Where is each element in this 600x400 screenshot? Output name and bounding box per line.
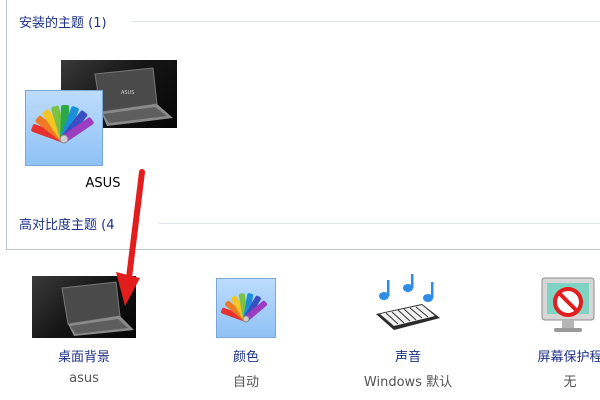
sound-keyboard-icon [372, 274, 444, 340]
theme-tile-asus[interactable]: ASUS ASUS [23, 58, 183, 198]
sound-label: 声音 [394, 350, 421, 365]
installed-themes-title: 安装的主题 (1) [19, 15, 107, 31]
high-contrast-themes-title: 高对比度主题 (4 [19, 217, 115, 233]
screensaver-link[interactable]: 屏幕保护程 无 [500, 268, 600, 398]
color-value: 自动 [232, 375, 259, 390]
sound-link[interactable]: 声音 Windows 默认 [338, 268, 478, 398]
installed-themes-header: 安装的主题 (1) [19, 11, 600, 31]
themes-panel: 安装的主题 (1) ASUS ASUS 高对比度主题 (4 [6, 0, 600, 250]
header-divider [131, 21, 600, 22]
screensaver-label: 屏幕保护程 [537, 350, 600, 365]
theme-name-label: ASUS [85, 176, 121, 191]
sound-value: Windows 默认 [363, 375, 453, 390]
header-divider [159, 223, 600, 224]
color-link[interactable]: 颜色 自动 [176, 268, 316, 398]
screensaver-none-icon [536, 274, 600, 340]
color-fan-icon [25, 90, 103, 166]
svg-text:ASUS: ASUS [121, 90, 134, 96]
color-fan-icon [216, 278, 276, 338]
high-contrast-themes-header[interactable]: 高对比度主题 (4 [19, 213, 600, 233]
desktop-background-label: 桌面背景 [57, 350, 110, 365]
color-label: 颜色 [232, 350, 259, 365]
desktop-background-value: asus [69, 371, 99, 386]
screensaver-value: 无 [563, 375, 577, 390]
annotation-arrow-icon [116, 169, 145, 306]
